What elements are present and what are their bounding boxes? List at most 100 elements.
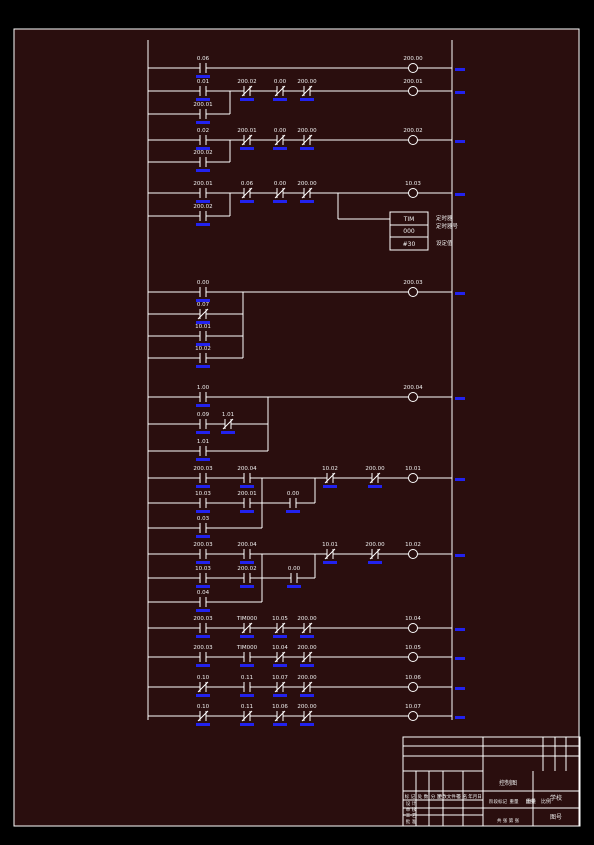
contact-label: 0.00	[274, 79, 287, 85]
contact-label: 0.09	[197, 412, 210, 418]
contact-label: 200.00	[365, 466, 385, 472]
contact-label: 0.04	[197, 590, 210, 596]
coil-label: 10.02	[405, 542, 421, 548]
contact-label: TIM000	[236, 616, 258, 622]
contact-comment-bar	[196, 458, 210, 461]
contact-label: 200.00	[297, 616, 317, 622]
contact-comment-bar	[286, 510, 300, 513]
output-comment-bar	[455, 292, 465, 295]
contact-comment-bar	[273, 694, 287, 697]
sheet-label: 图号	[550, 814, 562, 821]
contact-comment-bar	[300, 635, 314, 638]
contact-comment-bar	[240, 147, 254, 150]
contact-comment-bar	[196, 609, 210, 612]
stage-cell: 阶段标记	[489, 798, 507, 805]
contact-comment-bar	[240, 694, 254, 697]
coil-label: 10.01	[405, 466, 421, 472]
contact-comment-bar	[368, 561, 382, 564]
coil-label: 10.05	[405, 645, 421, 651]
coil-label: 10.03	[405, 181, 421, 187]
contact-label: 200.01	[237, 491, 256, 497]
contact-comment-bar	[196, 404, 210, 407]
coil-label: 10.06	[405, 675, 421, 681]
contact-label: 200.00	[365, 542, 385, 548]
contact-label: 200.02	[237, 79, 256, 85]
output-comment-bar	[455, 91, 465, 94]
contact-comment-bar	[221, 431, 235, 434]
contact-label: 10.02	[195, 346, 211, 352]
output-comment-bar	[455, 140, 465, 143]
contact-label: 200.02	[237, 566, 256, 572]
role-cell: 审 核	[406, 806, 417, 813]
contact-label: 0.11	[241, 675, 253, 681]
output-comment-bar	[455, 628, 465, 631]
output-comment-bar	[455, 397, 465, 400]
contact-label: 200.00	[297, 128, 317, 134]
contact-comment-bar	[240, 98, 254, 101]
contact-comment-bar	[240, 561, 254, 564]
contact-comment-bar	[300, 98, 314, 101]
contact-label: 1.00	[197, 385, 210, 391]
contact-label: 200.00	[297, 79, 317, 85]
coil-label: 10.07	[405, 704, 421, 710]
contact-comment-bar	[240, 200, 254, 203]
contact-label: 10.03	[195, 491, 211, 497]
contact-comment-bar	[300, 147, 314, 150]
timer-title: TIM	[403, 216, 415, 223]
contact-label: 0.06	[241, 181, 254, 187]
company-name: 学校	[550, 794, 562, 802]
contact-comment-bar	[300, 664, 314, 667]
contact-label: 200.04	[237, 542, 257, 548]
contact-comment-bar	[196, 635, 210, 638]
contact-comment-bar	[196, 200, 210, 203]
contact-label: 0.03	[197, 516, 210, 522]
contact-comment-bar	[196, 585, 210, 588]
role-cell: 工 艺	[406, 813, 417, 819]
contact-comment-bar	[196, 431, 210, 434]
contact-label: 200.03	[193, 466, 213, 472]
contact-label: 200.01	[237, 128, 256, 134]
contact-comment-bar	[240, 664, 254, 667]
coil-label: 200.03	[403, 280, 423, 286]
contact-label: 0.10	[197, 675, 210, 681]
contact-comment-bar	[196, 535, 210, 538]
contact-label: 0.10	[197, 704, 210, 710]
contact-label: 0.00	[288, 566, 301, 572]
contact-comment-bar	[323, 485, 337, 488]
contact-comment-bar	[196, 510, 210, 513]
stage-cell: 重量	[510, 798, 519, 805]
contact-comment-bar	[273, 98, 287, 101]
contact-comment-bar	[196, 365, 210, 368]
contact-label: 200.01	[193, 181, 212, 187]
contact-label: 10.01	[322, 542, 338, 548]
contact-label: 10.04	[272, 645, 288, 651]
contact-comment-bar	[368, 485, 382, 488]
contact-comment-bar	[273, 664, 287, 667]
contact-comment-bar	[240, 510, 254, 513]
contact-label: 200.00	[297, 181, 317, 187]
drawing-sheet: 0.06 200.00 0.01 200.02 0.00 200.00 200.01 200.…	[0, 0, 594, 841]
contact-comment-bar	[240, 585, 254, 588]
contact-label: 200.02	[193, 150, 212, 156]
contact-label: 200.04	[237, 466, 257, 472]
role-cell: 设 计	[406, 800, 417, 807]
contact-label: 10.01	[195, 324, 211, 330]
contact-label: 200.00	[297, 645, 317, 651]
contact-label: 10.03	[195, 566, 211, 572]
contact-comment-bar	[196, 664, 210, 667]
contact-label: 0.00	[274, 181, 287, 187]
contact-label: 200.00	[297, 704, 317, 710]
coil-label: 200.02	[403, 128, 422, 134]
contact-comment-bar	[196, 694, 210, 697]
scale-label: 比例	[541, 798, 551, 805]
contact-label: 1.01	[197, 439, 209, 445]
contact-comment-bar	[273, 635, 287, 638]
output-comment-bar	[455, 716, 465, 719]
drawing-name: 控制图	[499, 779, 517, 787]
output-comment-bar	[455, 554, 465, 557]
contact-label: 0.07	[197, 302, 210, 308]
coil-label: 200.01	[403, 79, 422, 85]
timer-number: 000	[403, 228, 415, 235]
contact-comment-bar	[300, 723, 314, 726]
header-cell: 处 数	[418, 793, 429, 800]
